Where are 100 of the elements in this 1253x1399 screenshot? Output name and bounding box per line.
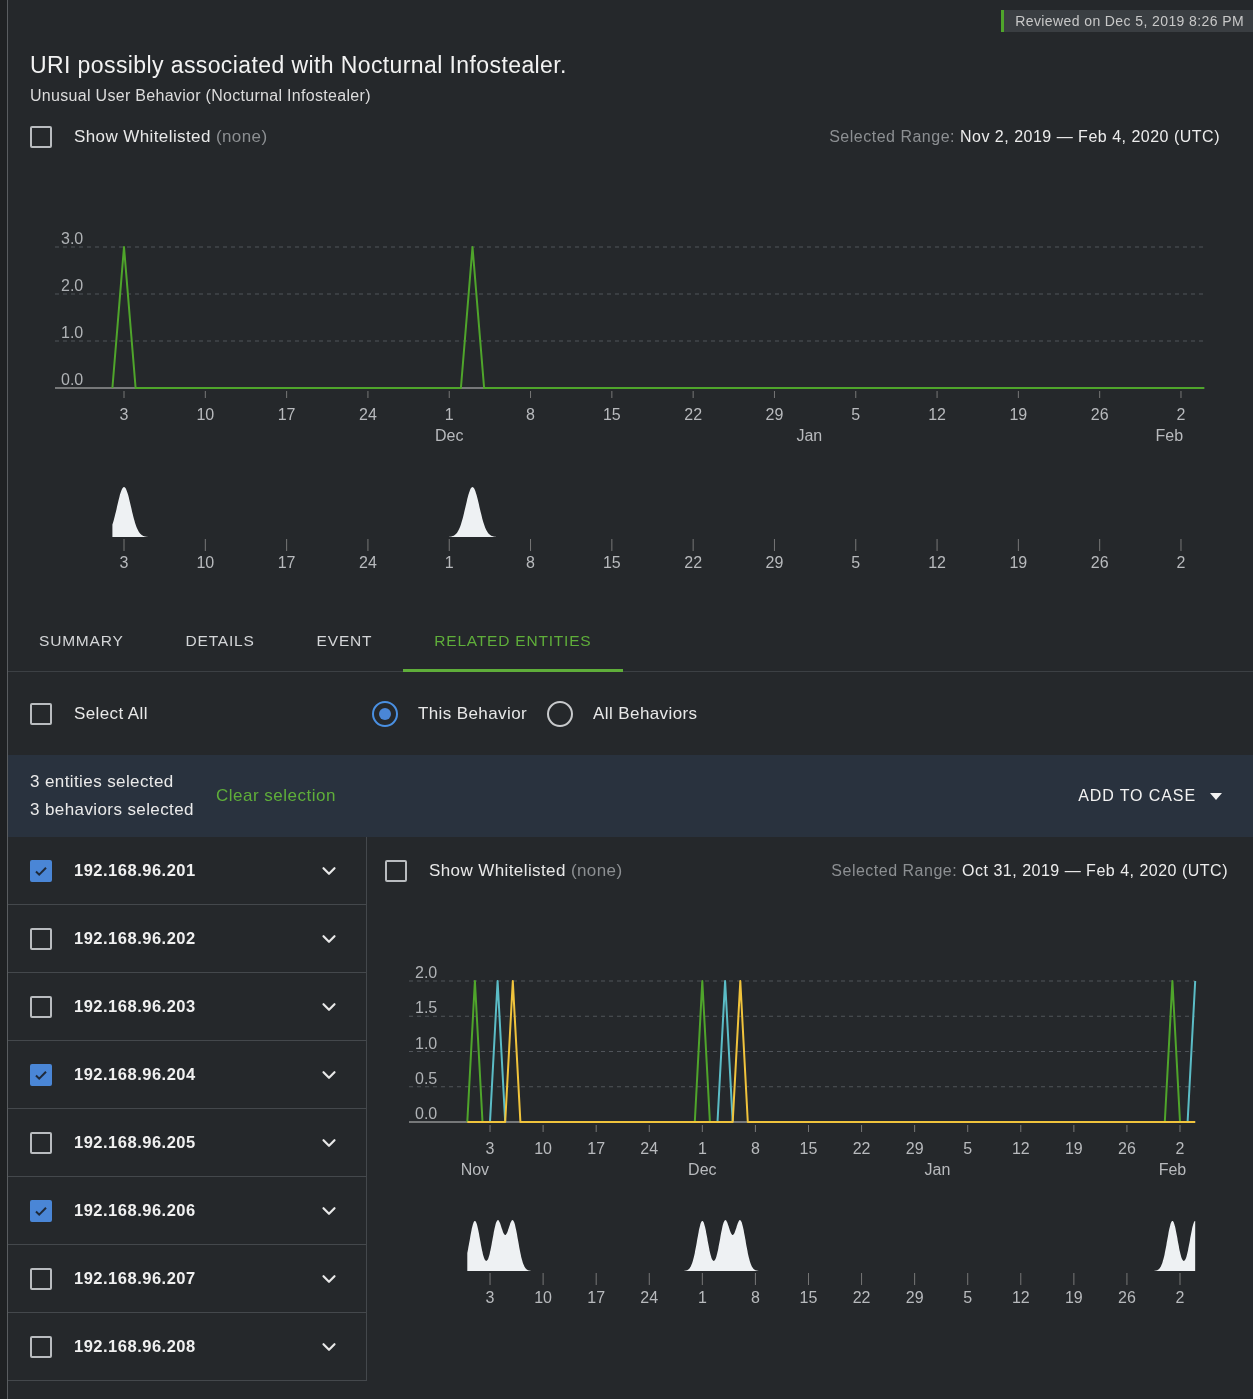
checkbox[interactable] [30, 927, 52, 950]
checkbox[interactable] [385, 860, 407, 882]
axis-label: 15 [799, 1289, 818, 1306]
entity-row[interactable]: 192.168.96.203 [8, 973, 366, 1041]
entity-row[interactable]: 192.168.96.205 [8, 1109, 366, 1177]
scope-radio[interactable]: All Behaviors [547, 700, 698, 727]
axis-label: 2 [1175, 1140, 1185, 1157]
axis-label: 22 [684, 554, 703, 571]
entity-ip: 192.168.96.202 [74, 929, 196, 948]
axis-label: 2 [1175, 1289, 1185, 1306]
axis-label: 8 [750, 1140, 760, 1157]
axis-label: 22 [852, 1140, 871, 1157]
axis-label: 26 [1090, 406, 1109, 423]
axis-label: 1.5 [415, 999, 438, 1017]
entity-ip: 192.168.96.204 [74, 1065, 196, 1084]
axis-label: 26 [1118, 1289, 1136, 1306]
checkbox[interactable] [30, 702, 52, 725]
month-label: Jan [924, 1161, 951, 1178]
axis-label: 24 [359, 406, 377, 423]
axis-label: 8 [750, 1289, 760, 1306]
month-label: Nov [460, 1161, 490, 1178]
axis-label: 1 [444, 554, 454, 571]
axis-label: 12 [928, 554, 946, 571]
review-badge: Reviewed on Dec 5, 2019 8:26 PM [1001, 10, 1253, 32]
checkbox[interactable] [30, 126, 52, 148]
checkbox[interactable] [30, 859, 52, 882]
axis-label: 5 [851, 554, 861, 571]
axis-label: 19 [1064, 1289, 1083, 1306]
entity-ip: 192.168.96.205 [74, 1133, 196, 1152]
axis-label: 2.0 [415, 964, 438, 981]
axis-label: 17 [587, 1140, 606, 1157]
axis-label: 15 [602, 554, 621, 571]
entity-row[interactable]: 192.168.96.201 [8, 837, 366, 905]
axis-label: 26 [1118, 1140, 1136, 1157]
axis-label: 1.0 [61, 324, 84, 341]
caret-icon [1210, 792, 1222, 800]
axis-label: 29 [765, 406, 784, 423]
axis-label: 29 [765, 554, 784, 571]
range-brush-drawing[interactable] [467, 1220, 1196, 1271]
axis-label: 12 [928, 406, 946, 423]
axis-label: 1.0 [415, 1034, 438, 1052]
checkbox[interactable] [30, 1199, 52, 1222]
axis-label: 19 [1064, 1140, 1083, 1157]
axis-label: 0.0 [415, 1105, 438, 1122]
axis-label: 24 [359, 554, 377, 571]
month-label: Dec [435, 427, 464, 444]
tab[interactable]: EVENT [285, 614, 404, 672]
selected-range-text: Selected Range: Nov 2, 2019 — Feb 4, 2020 (UTC) [829, 128, 1220, 146]
axis-label: 17 [587, 1289, 606, 1306]
axis-label: 10 [196, 554, 215, 571]
axis-label: 1 [444, 406, 454, 423]
axis-label: 12 [1011, 1289, 1030, 1306]
axis-label: 1 [697, 1140, 707, 1157]
checkbox[interactable] [30, 1131, 52, 1154]
show-whitelisted-label: Show Whitelisted (none) [74, 127, 268, 147]
checkbox[interactable] [30, 1063, 52, 1086]
axis-label: 19 [1009, 406, 1028, 423]
axis-label: 5 [963, 1140, 973, 1157]
axis-label: 10 [534, 1289, 552, 1306]
checkbox[interactable] [30, 1335, 52, 1358]
axis-label: 8 [526, 554, 535, 571]
axis-label: 10 [534, 1140, 552, 1157]
axis-label: 19 [1009, 554, 1028, 571]
axis-label: 2 [1176, 406, 1186, 423]
scope-radio[interactable]: This Behavior [371, 700, 528, 727]
tab[interactable]: DETAILS [154, 614, 286, 672]
axis-label: 0.0 [61, 371, 84, 388]
checkbox[interactable] [30, 1267, 52, 1290]
tab[interactable]: SUMMARY [8, 614, 155, 672]
axis-label: 3 [485, 1289, 495, 1306]
axis-label: 24 [640, 1289, 659, 1306]
select-all-label: Select All [74, 703, 148, 724]
axis-label: 26 [1090, 554, 1109, 571]
axis-label: 3 [485, 1140, 495, 1157]
axis-label: 1 [697, 1289, 707, 1306]
tab[interactable]: RELATED ENTITIES [403, 614, 623, 672]
axis-label: 0.5 [415, 1069, 438, 1087]
show-whitelisted-label: Show Whitelisted (none) [429, 861, 623, 881]
axis-label: 3 [119, 554, 129, 571]
add-to-case-button[interactable]: ADD TO CASE [1078, 781, 1222, 811]
axis-label: 10 [196, 406, 215, 423]
axis-label: 29 [905, 1140, 924, 1157]
selection-count: 3 entities selected [30, 772, 175, 792]
entity-row[interactable]: 192.168.96.207 [8, 1245, 366, 1313]
selection-count: 3 behaviors selected [30, 800, 194, 820]
axis-label: 24 [640, 1140, 659, 1157]
entity-row[interactable]: 192.168.96.204 [8, 1041, 366, 1109]
selected-range-text: Selected Range: Oct 31, 2019 — Feb 4, 2020 (UTC) [831, 862, 1228, 880]
entity-ip: 192.168.96.203 [74, 997, 196, 1016]
axis-label: 5 [963, 1289, 973, 1306]
entity-row[interactable]: 192.168.96.208 [8, 1313, 366, 1381]
month-label: Feb [1155, 427, 1184, 444]
checkbox[interactable] [30, 995, 52, 1018]
entity-ip: 192.168.96.208 [74, 1337, 196, 1356]
alert-title: URI possibly associated with Nocturnal Infostealer. [30, 52, 568, 79]
entity-row[interactable]: 192.168.96.202 [8, 905, 366, 973]
entity-row[interactable]: 192.168.96.206 [8, 1177, 366, 1245]
clear-selection-link[interactable]: Clear selection [215, 786, 336, 806]
month-label: Dec [688, 1161, 717, 1178]
axis-label: 17 [277, 554, 296, 571]
